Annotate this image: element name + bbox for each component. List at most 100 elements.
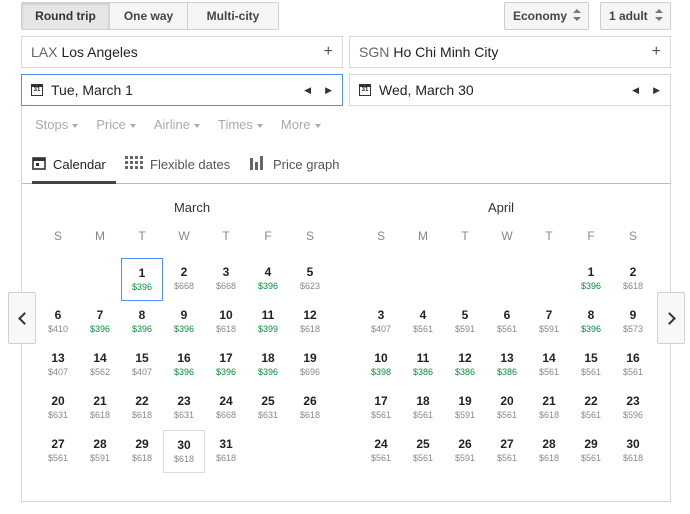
day-price: $386 — [412, 367, 434, 377]
calendar-day[interactable]: 8 $396 — [570, 301, 612, 344]
calendar-day[interactable]: 27 $561 — [486, 430, 528, 473]
calendar-day[interactable]: 1 $396 — [121, 258, 163, 301]
calendar-day[interactable]: 13 $386 — [486, 344, 528, 387]
day-price: $591 — [454, 453, 476, 463]
round-trip-button[interactable]: Round trip — [22, 3, 110, 29]
day-number: 23 — [177, 394, 191, 408]
calendar-day[interactable]: 25 $631 — [247, 387, 289, 430]
one-way-button[interactable]: One way — [110, 3, 188, 29]
day-number: 21 — [93, 394, 107, 408]
calendar-day[interactable]: 29 $618 — [121, 430, 163, 473]
calendar-day[interactable]: 12 $386 — [444, 344, 486, 387]
calendar-day[interactable]: 14 $561 — [528, 344, 570, 387]
day-number: 28 — [93, 437, 107, 451]
calendar-day[interactable]: 11 $386 — [402, 344, 444, 387]
calendar-day[interactable]: 23 $631 — [163, 387, 205, 430]
calendar-day[interactable]: 4 $396 — [247, 258, 289, 301]
filter-price[interactable]: Price — [96, 117, 136, 132]
calendar-day[interactable]: 26 $618 — [289, 387, 331, 430]
calendar-day[interactable]: 7 $396 — [79, 301, 121, 344]
calendar-day[interactable]: 4 $561 — [402, 301, 444, 344]
calendar-day[interactable]: 9 $396 — [163, 301, 205, 344]
calendar-day[interactable]: 2 $668 — [163, 258, 205, 301]
tab-calendar[interactable]: Calendar — [32, 146, 116, 184]
cabin-class-select[interactable]: Economy — [504, 2, 589, 30]
tab-flexible-dates[interactable]: Flexible dates — [125, 146, 230, 184]
bar-chart-icon — [250, 147, 266, 184]
calendar-day[interactable]: 5 $591 — [444, 301, 486, 344]
day-number: 9 — [180, 308, 188, 322]
calendar-day[interactable]: 23 $596 — [612, 387, 654, 430]
calendar-day[interactable]: 18 $396 — [247, 344, 289, 387]
calendar-day[interactable]: 8 $396 — [121, 301, 163, 344]
prev-day-icon[interactable]: ◀ — [632, 85, 639, 95]
calendar-day[interactable]: 26 $591 — [444, 430, 486, 473]
calendar-day[interactable]: 18 $561 — [402, 387, 444, 430]
filter-stops[interactable]: Stops — [35, 117, 79, 132]
calendar-day[interactable]: 17 $396 — [205, 344, 247, 387]
filter-airline[interactable]: Airline — [154, 117, 200, 132]
next-day-icon[interactable]: ▶ — [653, 85, 660, 95]
calendar-day[interactable]: 24 $561 — [360, 430, 402, 473]
calendar-day[interactable]: 15 $561 — [570, 344, 612, 387]
calendar-day[interactable]: 13 $407 — [37, 344, 79, 387]
add-origin-icon[interactable]: + — [324, 37, 333, 67]
calendar-day[interactable]: 7 $591 — [528, 301, 570, 344]
calendar-day[interactable]: 31 $618 — [205, 430, 247, 473]
filter-more[interactable]: More — [281, 117, 321, 132]
calendar-day[interactable]: 16 $396 — [163, 344, 205, 387]
calendar-day[interactable]: 29 $561 — [570, 430, 612, 473]
weekday-header: T — [545, 229, 553, 243]
calendar-day[interactable]: 3 $668 — [205, 258, 247, 301]
calendar-day[interactable]: 21 $618 — [79, 387, 121, 430]
filter-times[interactable]: Times — [218, 117, 263, 132]
calendar-day[interactable]: 3 $407 — [360, 301, 402, 344]
next-day-icon[interactable]: ▶ — [325, 85, 332, 95]
day-price: $410 — [47, 324, 69, 334]
calendar-day[interactable]: 19 $696 — [289, 344, 331, 387]
return-date-field[interactable]: 31 Wed, March 30 ◀ ▶ — [349, 74, 671, 106]
passengers-select[interactable]: 1 adult — [600, 2, 671, 30]
day-number: 24 — [374, 437, 388, 451]
calendar-day[interactable]: 30 $618 — [163, 430, 205, 473]
destination-field[interactable]: SGN Ho Chi Minh City + — [349, 36, 671, 68]
calendar-day[interactable]: 28 $591 — [79, 430, 121, 473]
calendar-day[interactable]: 11 $399 — [247, 301, 289, 344]
previous-month-button[interactable] — [8, 292, 36, 344]
calendar-day[interactable]: 6 $561 — [486, 301, 528, 344]
calendar-day[interactable]: 2 $618 — [612, 258, 654, 301]
calendar-day[interactable]: 6 $410 — [37, 301, 79, 344]
calendar-day[interactable]: 9 $573 — [612, 301, 654, 344]
day-number: 24 — [219, 394, 233, 408]
calendar-day[interactable]: 1 $396 — [570, 258, 612, 301]
calendar-day[interactable]: 22 $561 — [570, 387, 612, 430]
calendar-day[interactable]: 5 $623 — [289, 258, 331, 301]
day-number: 27 — [51, 437, 65, 451]
calendar-day[interactable]: 20 $561 — [486, 387, 528, 430]
origin-field[interactable]: LAX Los Angeles + — [21, 36, 343, 68]
calendar-day[interactable]: 10 $398 — [360, 344, 402, 387]
calendar-day[interactable]: 12 $618 — [289, 301, 331, 344]
multi-city-button[interactable]: Multi-city — [188, 3, 278, 29]
calendar-day[interactable]: 27 $561 — [37, 430, 79, 473]
depart-date-value: Tue, March 1 — [51, 82, 133, 98]
calendar-day[interactable]: 17 $561 — [360, 387, 402, 430]
calendar-day[interactable]: 22 $618 — [121, 387, 163, 430]
calendar-day[interactable]: 15 $407 — [121, 344, 163, 387]
add-destination-icon[interactable]: + — [652, 37, 661, 67]
calendar-day[interactable]: 25 $561 — [402, 430, 444, 473]
calendar-day[interactable]: 20 $631 — [37, 387, 79, 430]
calendar-day[interactable]: 30 $618 — [612, 430, 654, 473]
calendar-day[interactable]: 21 $618 — [528, 387, 570, 430]
tab-price-graph[interactable]: Price graph — [250, 146, 339, 184]
next-month-button[interactable] — [657, 292, 685, 344]
calendar-day[interactable]: 28 $618 — [528, 430, 570, 473]
month-title-april: April — [487, 200, 514, 215]
calendar-day[interactable]: 14 $562 — [79, 344, 121, 387]
depart-date-field[interactable]: 31 Tue, March 1 ◀ ▶ — [21, 74, 343, 106]
calendar-day[interactable]: 19 $591 — [444, 387, 486, 430]
calendar-day[interactable]: 10 $618 — [205, 301, 247, 344]
prev-day-icon[interactable]: ◀ — [304, 85, 311, 95]
calendar-day[interactable]: 16 $561 — [612, 344, 654, 387]
calendar-day[interactable]: 24 $668 — [205, 387, 247, 430]
